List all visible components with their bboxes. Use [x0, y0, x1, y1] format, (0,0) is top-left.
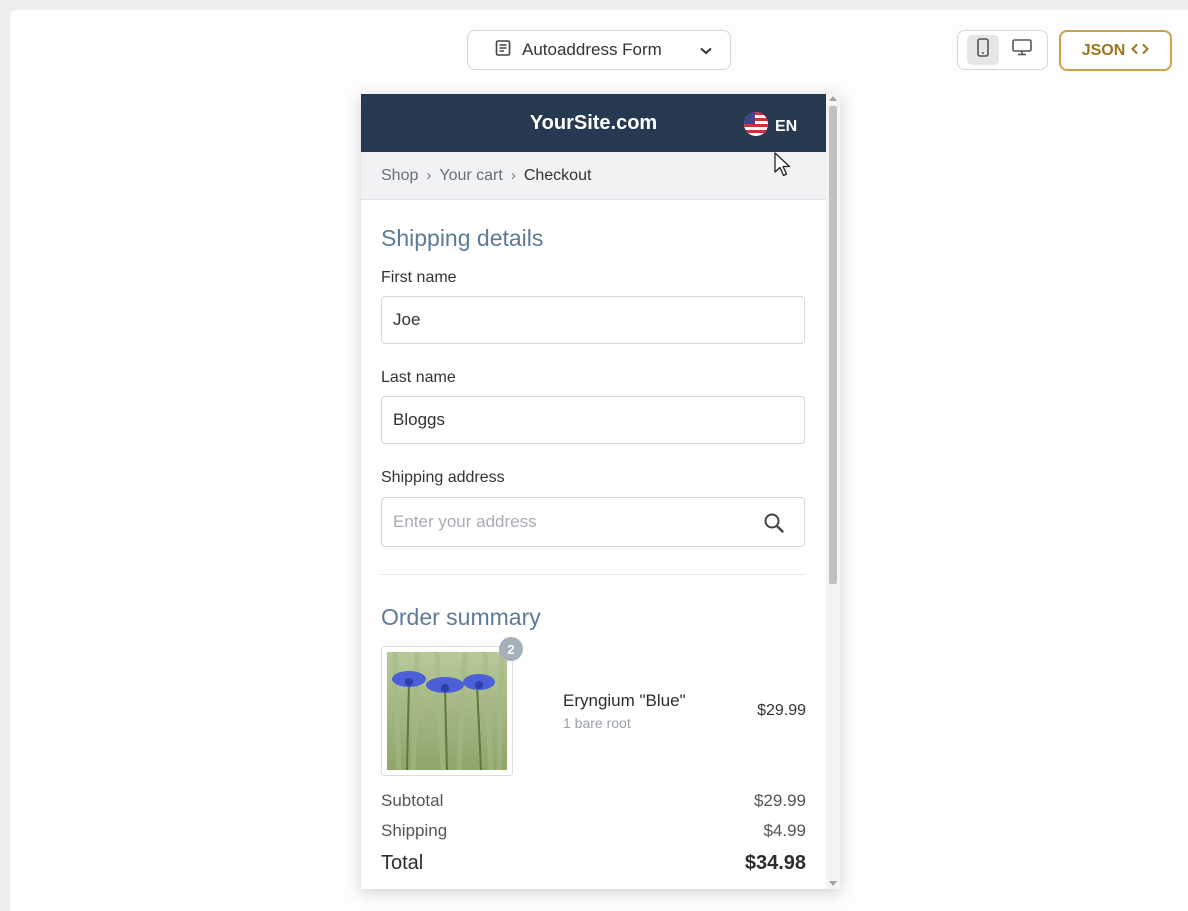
device-toggle-group	[957, 30, 1048, 70]
shipping-row: Shipping $4.99	[381, 821, 806, 841]
preview-scrollbar[interactable]	[826, 94, 840, 889]
quantity-badge: 2	[499, 637, 523, 661]
scroll-up-arrow[interactable]	[829, 96, 837, 101]
us-flag-icon	[743, 111, 769, 142]
total-value: $34.98	[744, 852, 806, 874]
breadcrumb: Shop › Your cart › Checkout	[361, 152, 826, 200]
product-image	[381, 646, 513, 776]
first-name-field[interactable]	[381, 296, 805, 344]
subtotal-row: Subtotal $29.99	[381, 791, 806, 811]
language-selector[interactable]: EN	[743, 111, 797, 142]
scroll-down-arrow[interactable]	[829, 881, 837, 886]
form-selector-label: Autoaddress Form	[522, 40, 662, 59]
section-divider	[381, 574, 805, 575]
mobile-icon	[977, 38, 990, 62]
json-button-label: JSON	[1081, 41, 1126, 59]
form-selector-dropdown[interactable]: Autoaddress Form	[467, 30, 731, 70]
desktop-icon	[1011, 39, 1032, 61]
breadcrumb-item-checkout: Checkout	[523, 166, 592, 184]
shipping-address-label: Shipping address	[381, 469, 505, 486]
mobile-preview-frame: YourSite.com EN Shop › Your cart › Check…	[361, 94, 840, 889]
subtotal-value: $29.99	[754, 791, 806, 810]
mobile-view-button[interactable]	[967, 35, 1000, 65]
site-header: YourSite.com EN	[361, 94, 826, 152]
total-row: Total $34.98	[381, 852, 806, 875]
total-label: Total	[381, 852, 424, 874]
chevron-down-icon	[700, 40, 712, 60]
json-button[interactable]: JSON	[1059, 30, 1172, 71]
form-document-icon	[494, 39, 512, 62]
last-name-label: Last name	[381, 369, 456, 386]
code-icon	[1131, 42, 1150, 60]
mouse-pointer-icon	[773, 152, 793, 183]
scrollbar-thumb[interactable]	[829, 106, 837, 584]
order-summary-heading: Order summary	[381, 604, 541, 630]
chevron-right-icon: ›	[426, 167, 432, 184]
shipping-label: Shipping	[381, 821, 448, 840]
shipping-details-heading: Shipping details	[381, 225, 544, 251]
language-code: EN	[775, 117, 798, 135]
last-name-field[interactable]	[381, 396, 805, 444]
desktop-view-button[interactable]	[1006, 35, 1038, 65]
address-search-input[interactable]	[381, 497, 805, 547]
breadcrumb-item-cart[interactable]: Your cart	[439, 167, 502, 185]
product-name: Eryngium "Blue"	[563, 691, 686, 710]
product-price: $29.99	[757, 702, 806, 719]
breadcrumb-item-shop[interactable]: Shop	[381, 167, 418, 185]
shipping-value: $4.99	[763, 821, 806, 840]
first-name-label: First name	[381, 269, 457, 286]
subtotal-label: Subtotal	[381, 791, 444, 810]
search-icon[interactable]	[763, 512, 785, 539]
chevron-right-icon: ›	[510, 167, 516, 184]
product-variant: 1 bare root	[563, 715, 631, 731]
